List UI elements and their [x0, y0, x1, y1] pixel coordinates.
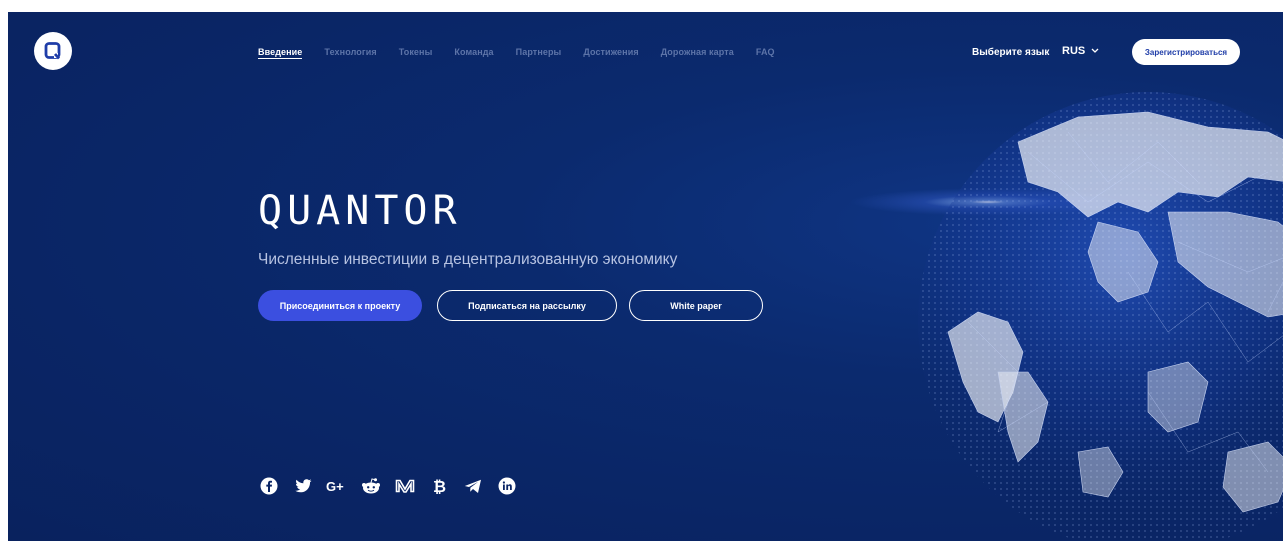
brand-title: QUANTOR [258, 188, 462, 234]
nav-item-faq[interactable]: FAQ [756, 47, 775, 59]
register-button[interactable]: Зарегистрироваться [1132, 39, 1240, 65]
main-nav: Введение Технология Токены Команда Партн… [258, 47, 797, 59]
nav-item-team[interactable]: Команда [454, 47, 493, 59]
join-project-button[interactable]: Присоединиться к проекту [258, 290, 422, 321]
language-label: Выберите язык [972, 47, 1050, 58]
svg-text:₿: ₿ [433, 477, 446, 495]
logo-q-icon [44, 42, 61, 60]
facebook-icon[interactable] [258, 475, 280, 497]
nav-item-technology[interactable]: Технология [324, 47, 376, 59]
social-links: G+ ₿ [258, 475, 530, 497]
linkedin-icon[interactable] [496, 475, 518, 497]
nav-item-intro[interactable]: Введение [258, 47, 303, 59]
language-select[interactable]: RUS [1062, 45, 1099, 57]
subscribe-button[interactable]: Подписаться на рассылку [437, 290, 617, 321]
globe-illustration [918, 92, 1283, 541]
telegram-icon[interactable] [462, 475, 484, 497]
hero-section: Введение Технология Токены Команда Партн… [8, 12, 1283, 541]
google-plus-icon[interactable]: G+ [326, 475, 348, 497]
whitepaper-button[interactable]: White paper [629, 290, 763, 321]
quantor-logo[interactable] [34, 32, 72, 70]
medium-icon[interactable] [394, 475, 416, 497]
nav-item-partners[interactable]: Партнеры [516, 47, 562, 59]
nav-item-tokens[interactable]: Токены [399, 47, 433, 59]
reddit-icon[interactable] [360, 475, 382, 497]
twitter-icon[interactable] [292, 475, 314, 497]
chevron-down-icon [1091, 48, 1099, 53]
nav-item-achievements[interactable]: Достижения [583, 47, 638, 59]
nav-item-roadmap[interactable]: Дорожная карта [661, 47, 734, 59]
bitcointalk-icon[interactable]: ₿ [428, 475, 450, 497]
hero-tagline: Численные инвестиции в децентрализованну… [258, 251, 678, 268]
language-value: RUS [1062, 45, 1086, 57]
svg-text:G+: G+ [326, 479, 344, 493]
